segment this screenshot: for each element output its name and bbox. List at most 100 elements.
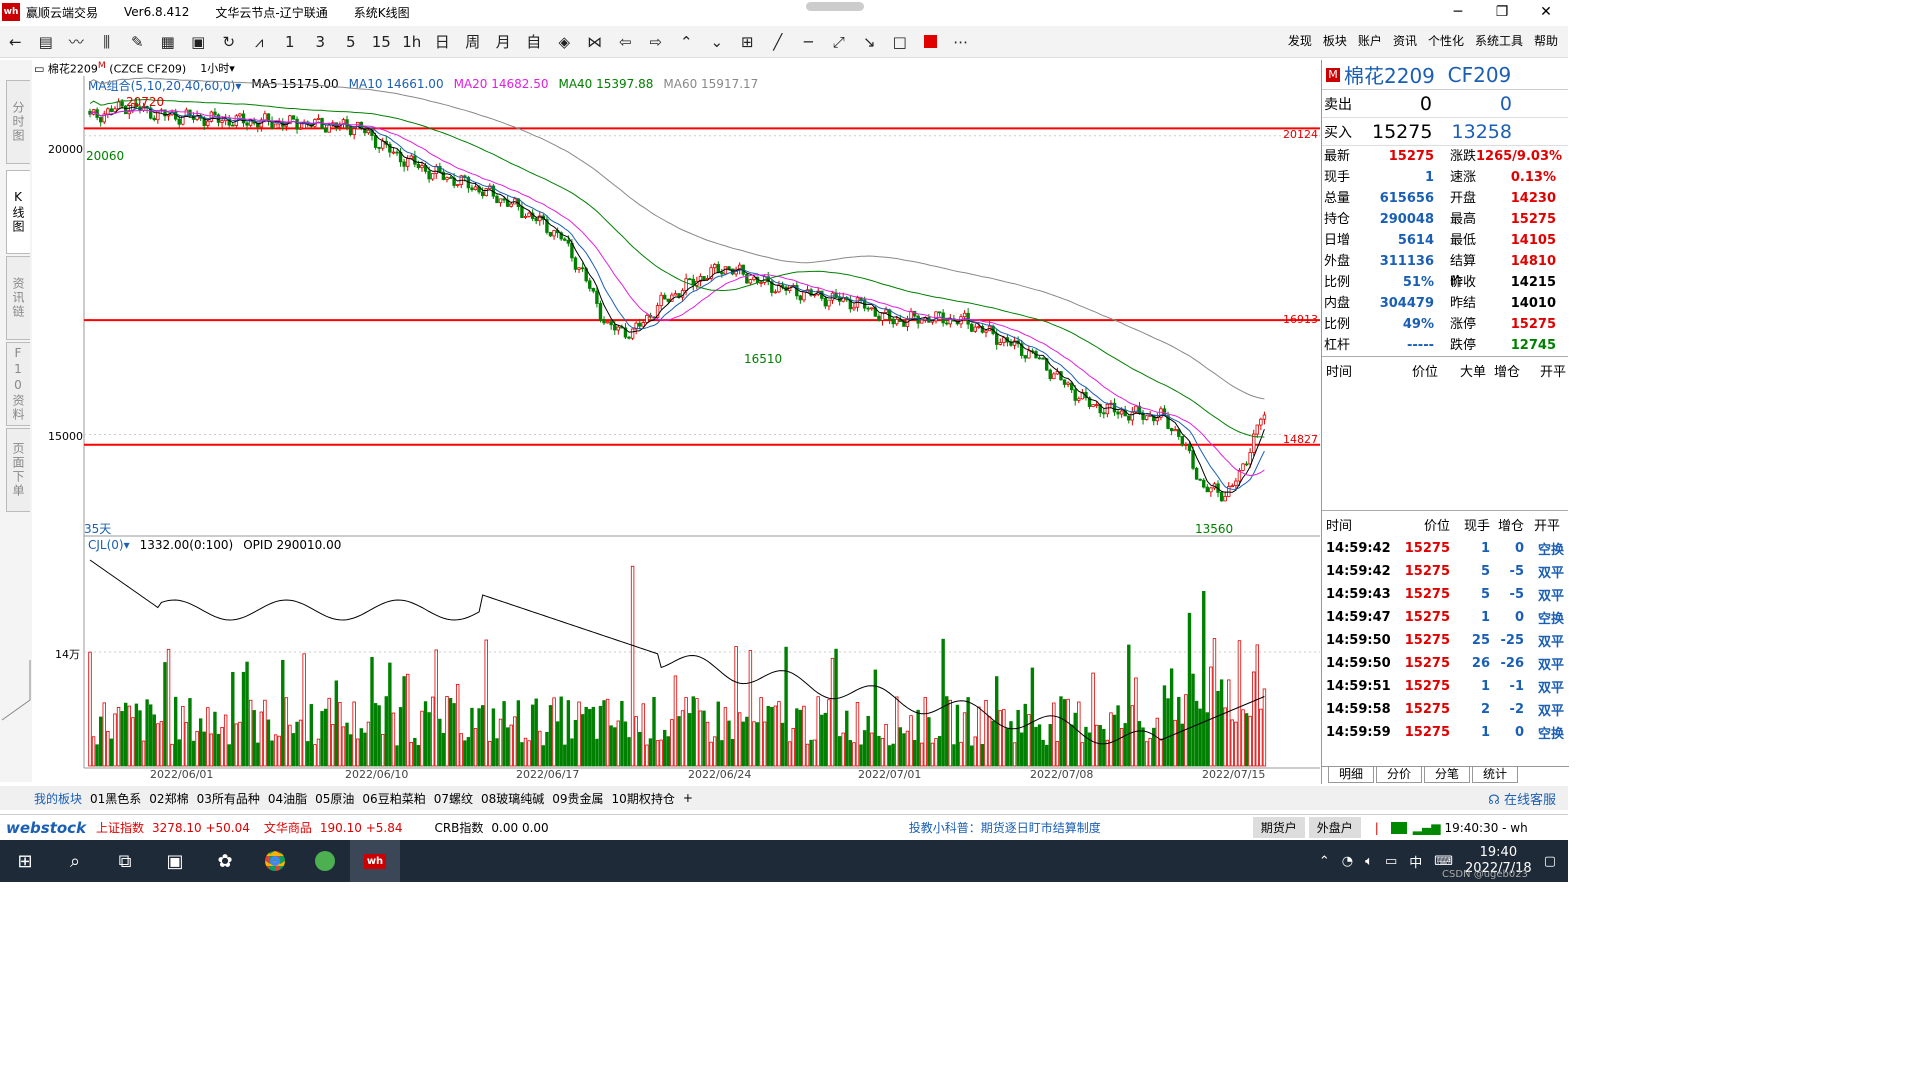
tab-intraday[interactable]: 分时图 [6,80,30,164]
tick-row[interactable]: 14:59:43 15275 5 -5 双平 [1322,583,1568,606]
network-icon[interactable]: ◔ [1342,854,1353,869]
battery-icon[interactable]: ▭ [1385,854,1397,869]
candle-icon[interactable]: ⫼ [92,28,123,56]
block-tab[interactable]: 我的板块 [34,790,82,807]
rect-icon[interactable]: □ [885,28,916,56]
futures-account-button[interactable]: 期货户 [1252,817,1305,838]
block-tab[interactable]: 10期权持仓 [612,790,675,807]
app-icon-3[interactable] [300,840,350,882]
period-custom[interactable]: 自 [519,28,550,56]
menu-tools[interactable]: 系统工具 [1475,32,1523,49]
index3-name[interactable]: CRB指数 [434,819,483,836]
period-1h[interactable]: 1h [397,28,428,56]
tab-f10[interactable]: F10资料 [6,342,30,426]
block-tab[interactable]: 01黑色系 [90,790,141,807]
tick-row[interactable]: 14:59:42 15275 5 -5 双平 [1322,560,1568,583]
tick-row[interactable]: 14:59:42 15275 1 0 空换 [1322,537,1568,560]
edu-tip[interactable]: 投教小科普：期货逐日盯市结算制度 [909,819,1253,836]
page-up-icon[interactable]: ⌃ [671,28,702,56]
line-chart-icon[interactable]: 〰 [61,28,92,56]
maximize-button[interactable]: ❐ [1480,0,1524,24]
menu-help[interactable]: 帮助 [1534,32,1558,49]
tab-trades[interactable]: 分笔 [1424,767,1471,783]
search-icon[interactable]: ⌕ [50,840,100,882]
chrome-icon[interactable] [250,840,300,882]
period-1m[interactable]: 1 [275,28,306,56]
minimize-button[interactable]: ─ [1436,0,1480,24]
block-tab[interactable]: 09贵金属 [552,790,603,807]
block-tab[interactable]: 03所有品种 [197,790,260,807]
period-3m[interactable]: 3 [305,28,336,56]
wenhua-taskbar-icon[interactable]: wh [350,840,400,882]
block-tab[interactable]: 04油脂 [268,790,307,807]
tab-stats[interactable]: 统计 [1472,767,1519,783]
keyboard-icon[interactable]: ⌨ [1434,854,1453,869]
block-tab[interactable]: + [683,791,693,805]
table-icon[interactable]: ▦ [153,28,184,56]
arrow-line-icon[interactable]: ↘ [854,28,885,56]
block-tab[interactable]: 05原油 [315,790,354,807]
tray-arrow-icon[interactable]: ⌃ [1319,854,1330,869]
windows-start-icon[interactable]: ⊞ [0,840,50,882]
app-icon-2[interactable]: ✿ [200,840,250,882]
side-scroll-tab[interactable] [0,660,32,730]
period-month[interactable]: 月 [488,28,519,56]
block-tab[interactable]: 02郑棉 [149,790,188,807]
notification-icon[interactable]: ▢ [1544,854,1556,869]
ray-icon[interactable]: ⤢ [824,28,855,56]
block-tab[interactable]: 07螺纹 [434,790,473,807]
tab-order[interactable]: 页面下单 [6,428,30,512]
index2-name[interactable]: 文华商品 [264,819,312,836]
tab-kline[interactable]: K线图 [6,170,30,254]
tick-row[interactable]: 14:59:50 15275 25 -25 双平 [1322,629,1568,652]
tick-row[interactable]: 14:59:50 15275 26 -26 双平 [1322,652,1568,675]
app-icon-1[interactable]: ▣ [150,840,200,882]
drag-grip[interactable] [806,2,864,11]
draw-line-icon[interactable]: ╱ [763,28,794,56]
close-button[interactable]: ✕ [1524,0,1568,24]
grid-icon[interactable]: ▤ [31,28,62,56]
split-icon[interactable]: ⊞ [732,28,763,56]
period-day[interactable]: 日 [427,28,458,56]
tick-row[interactable]: 14:59:51 15275 1 -1 双平 [1322,675,1568,698]
save-icon[interactable]: ▣ [183,28,214,56]
scroll-right-icon[interactable]: ⇨ [641,28,672,56]
ime-indicator[interactable]: 中 [1409,852,1422,871]
zoom-out-icon[interactable]: ⋈ [580,28,611,56]
block-tab[interactable]: 08玻璃纯碱 [481,790,544,807]
back-icon[interactable]: ← [0,28,31,56]
tick-row[interactable]: 14:59:59 15275 1 0 空换 [1322,721,1568,744]
more-icon[interactable]: ⋯ [946,28,977,56]
scroll-left-icon[interactable]: ⇦ [610,28,641,56]
tab-detail[interactable]: 明细 [1328,767,1375,783]
kline-chart[interactable] [32,60,1320,784]
block-tab[interactable]: 06豆粕菜粕 [362,790,425,807]
task-view-icon[interactable]: ⧉ [100,840,150,882]
draw-icon[interactable]: ✎ [122,28,153,56]
bid-price[interactable]: 15275 [1372,121,1432,143]
period-15m[interactable]: 15 [366,28,397,56]
tick-row[interactable]: 14:59:47 15275 1 0 空换 [1322,606,1568,629]
volume-indicator-label[interactable]: CJL(0)▾ [88,538,130,552]
foreign-account-button[interactable]: 外盘户 [1308,817,1361,838]
menu-news[interactable]: 资讯 [1393,32,1417,49]
index1-name[interactable]: 上证指数 [96,819,144,836]
tick-row[interactable]: 14:59:58 15275 2 -2 双平 [1322,698,1568,721]
page-down-icon[interactable]: ⌄ [702,28,733,56]
period-week[interactable]: 周 [458,28,489,56]
customer-service-link[interactable]: ☊ 在线客服 [1488,789,1556,808]
tab-price-dist[interactable]: 分价 [1376,767,1423,783]
hline-icon[interactable]: ─ [793,28,824,56]
menu-account[interactable]: 账户 [1358,32,1382,49]
ask-price[interactable]: 0 [1372,93,1432,115]
tab-news-chain[interactable]: 资讯链 [6,256,30,340]
menu-discover[interactable]: 发现 [1288,32,1312,49]
zoom-in-icon[interactable]: ◈ [549,28,580,56]
menu-personalize[interactable]: 个性化 [1428,32,1464,49]
period-5m[interactable]: 5 [336,28,367,56]
indicator-icon[interactable]: ⩘ [244,28,275,56]
refresh-icon[interactable]: ↻ [214,28,245,56]
menu-sector[interactable]: 板块 [1323,32,1347,49]
volume-icon[interactable]: 🔈︎ [1365,854,1373,869]
color-icon[interactable] [915,28,946,56]
